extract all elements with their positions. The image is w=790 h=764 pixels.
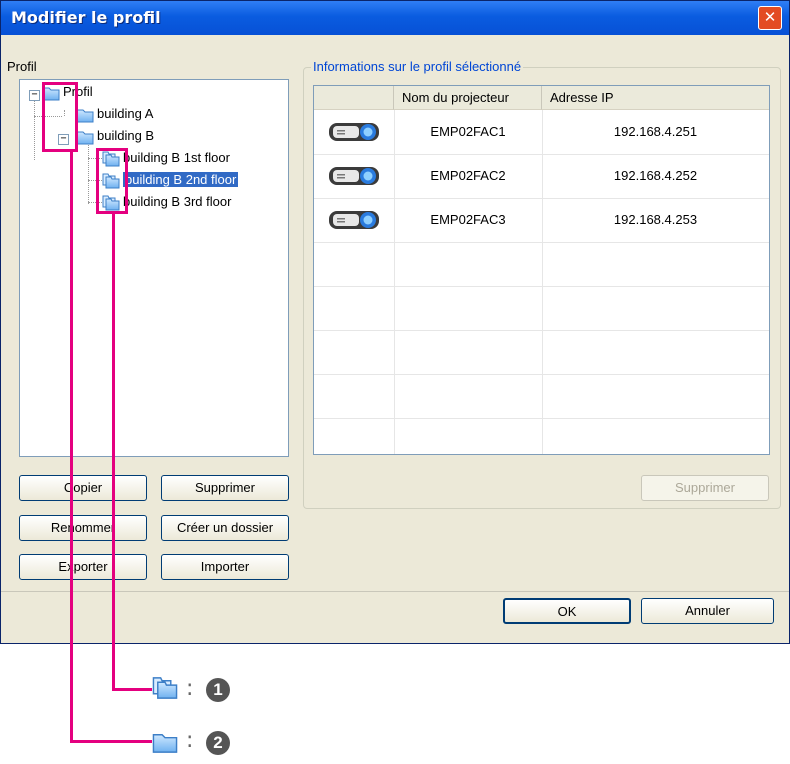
tree-item-label: building B	[97, 128, 155, 143]
callout-line	[112, 214, 115, 690]
delete-projector-button[interactable]: Supprimer	[641, 475, 769, 501]
profile-folder-icon	[152, 676, 178, 700]
projector-ip: 192.168.4.253	[613, 212, 698, 227]
callout-line	[70, 740, 152, 743]
group-folder-icon	[76, 129, 94, 145]
grid-line	[314, 418, 769, 419]
modify-profile-dialog: Modifier le profil ✕ Profil − − Profil b…	[0, 0, 790, 644]
tree-item-label: building A	[97, 106, 154, 121]
title-bar[interactable]: Modifier le profil ✕	[1, 1, 789, 35]
projector-name: EMP02FAC1	[430, 124, 506, 139]
group-label: Informations sur le profil sélectionné	[311, 59, 524, 74]
callout-line	[112, 688, 152, 691]
grid-line	[314, 374, 769, 375]
tree-item-label: building B 3rd floor	[123, 194, 232, 209]
create-folder-button[interactable]: Créer un dossier	[161, 515, 289, 541]
grid-line	[314, 286, 769, 287]
tree-item-building-a[interactable]: building A	[76, 104, 153, 124]
projector-list[interactable]: Nom du projecteur Adresse IP EMP02FAC1 1…	[313, 85, 770, 455]
legend-separator: :	[186, 728, 194, 753]
tree-line	[88, 142, 89, 204]
profile-label: Profil	[7, 59, 37, 74]
tree-item-building-b[interactable]: building B	[76, 126, 154, 146]
callout-line	[70, 152, 73, 742]
column-header-ip[interactable]: Adresse IP	[542, 86, 769, 110]
callout-profile-folders	[96, 148, 128, 214]
column-header-icon[interactable]	[314, 86, 394, 110]
group-folder-icon	[76, 107, 94, 123]
projector-ip: 192.168.4.252	[613, 168, 698, 183]
dialog-title: Modifier le profil	[11, 8, 161, 27]
projector-icon	[328, 208, 380, 232]
ok-button[interactable]: OK	[503, 598, 631, 624]
projector-name: EMP02FAC2	[430, 168, 506, 183]
column-header-name[interactable]: Nom du projecteur	[394, 86, 542, 110]
grid-line	[314, 242, 769, 243]
export-button[interactable]: Exporter	[19, 554, 147, 580]
tree-item-label: building B 2nd floor	[123, 172, 239, 187]
copy-button[interactable]: Copier	[19, 475, 147, 501]
legend-number-1: 1	[206, 678, 230, 702]
tree-item-label: building B 1st floor	[123, 150, 230, 165]
rename-button[interactable]: Renommer	[19, 515, 147, 541]
projector-ip: 192.168.4.251	[613, 124, 698, 139]
collapse-toggle[interactable]: −	[29, 90, 40, 101]
group-folder-icon	[152, 730, 178, 754]
legend-number-2: 2	[206, 731, 230, 755]
callout-group-folders	[42, 82, 78, 152]
grid-line	[314, 330, 769, 331]
tree-line	[34, 94, 35, 160]
projector-icon	[328, 164, 380, 188]
legend-separator: :	[186, 676, 194, 701]
close-button[interactable]: ✕	[758, 6, 782, 30]
import-button[interactable]: Importer	[161, 554, 289, 580]
projector-icon	[328, 120, 380, 144]
delete-profile-button[interactable]: Supprimer	[161, 475, 289, 501]
cancel-button[interactable]: Annuler	[641, 598, 774, 624]
footer-divider	[1, 591, 789, 592]
projector-name: EMP02FAC3	[430, 212, 506, 227]
